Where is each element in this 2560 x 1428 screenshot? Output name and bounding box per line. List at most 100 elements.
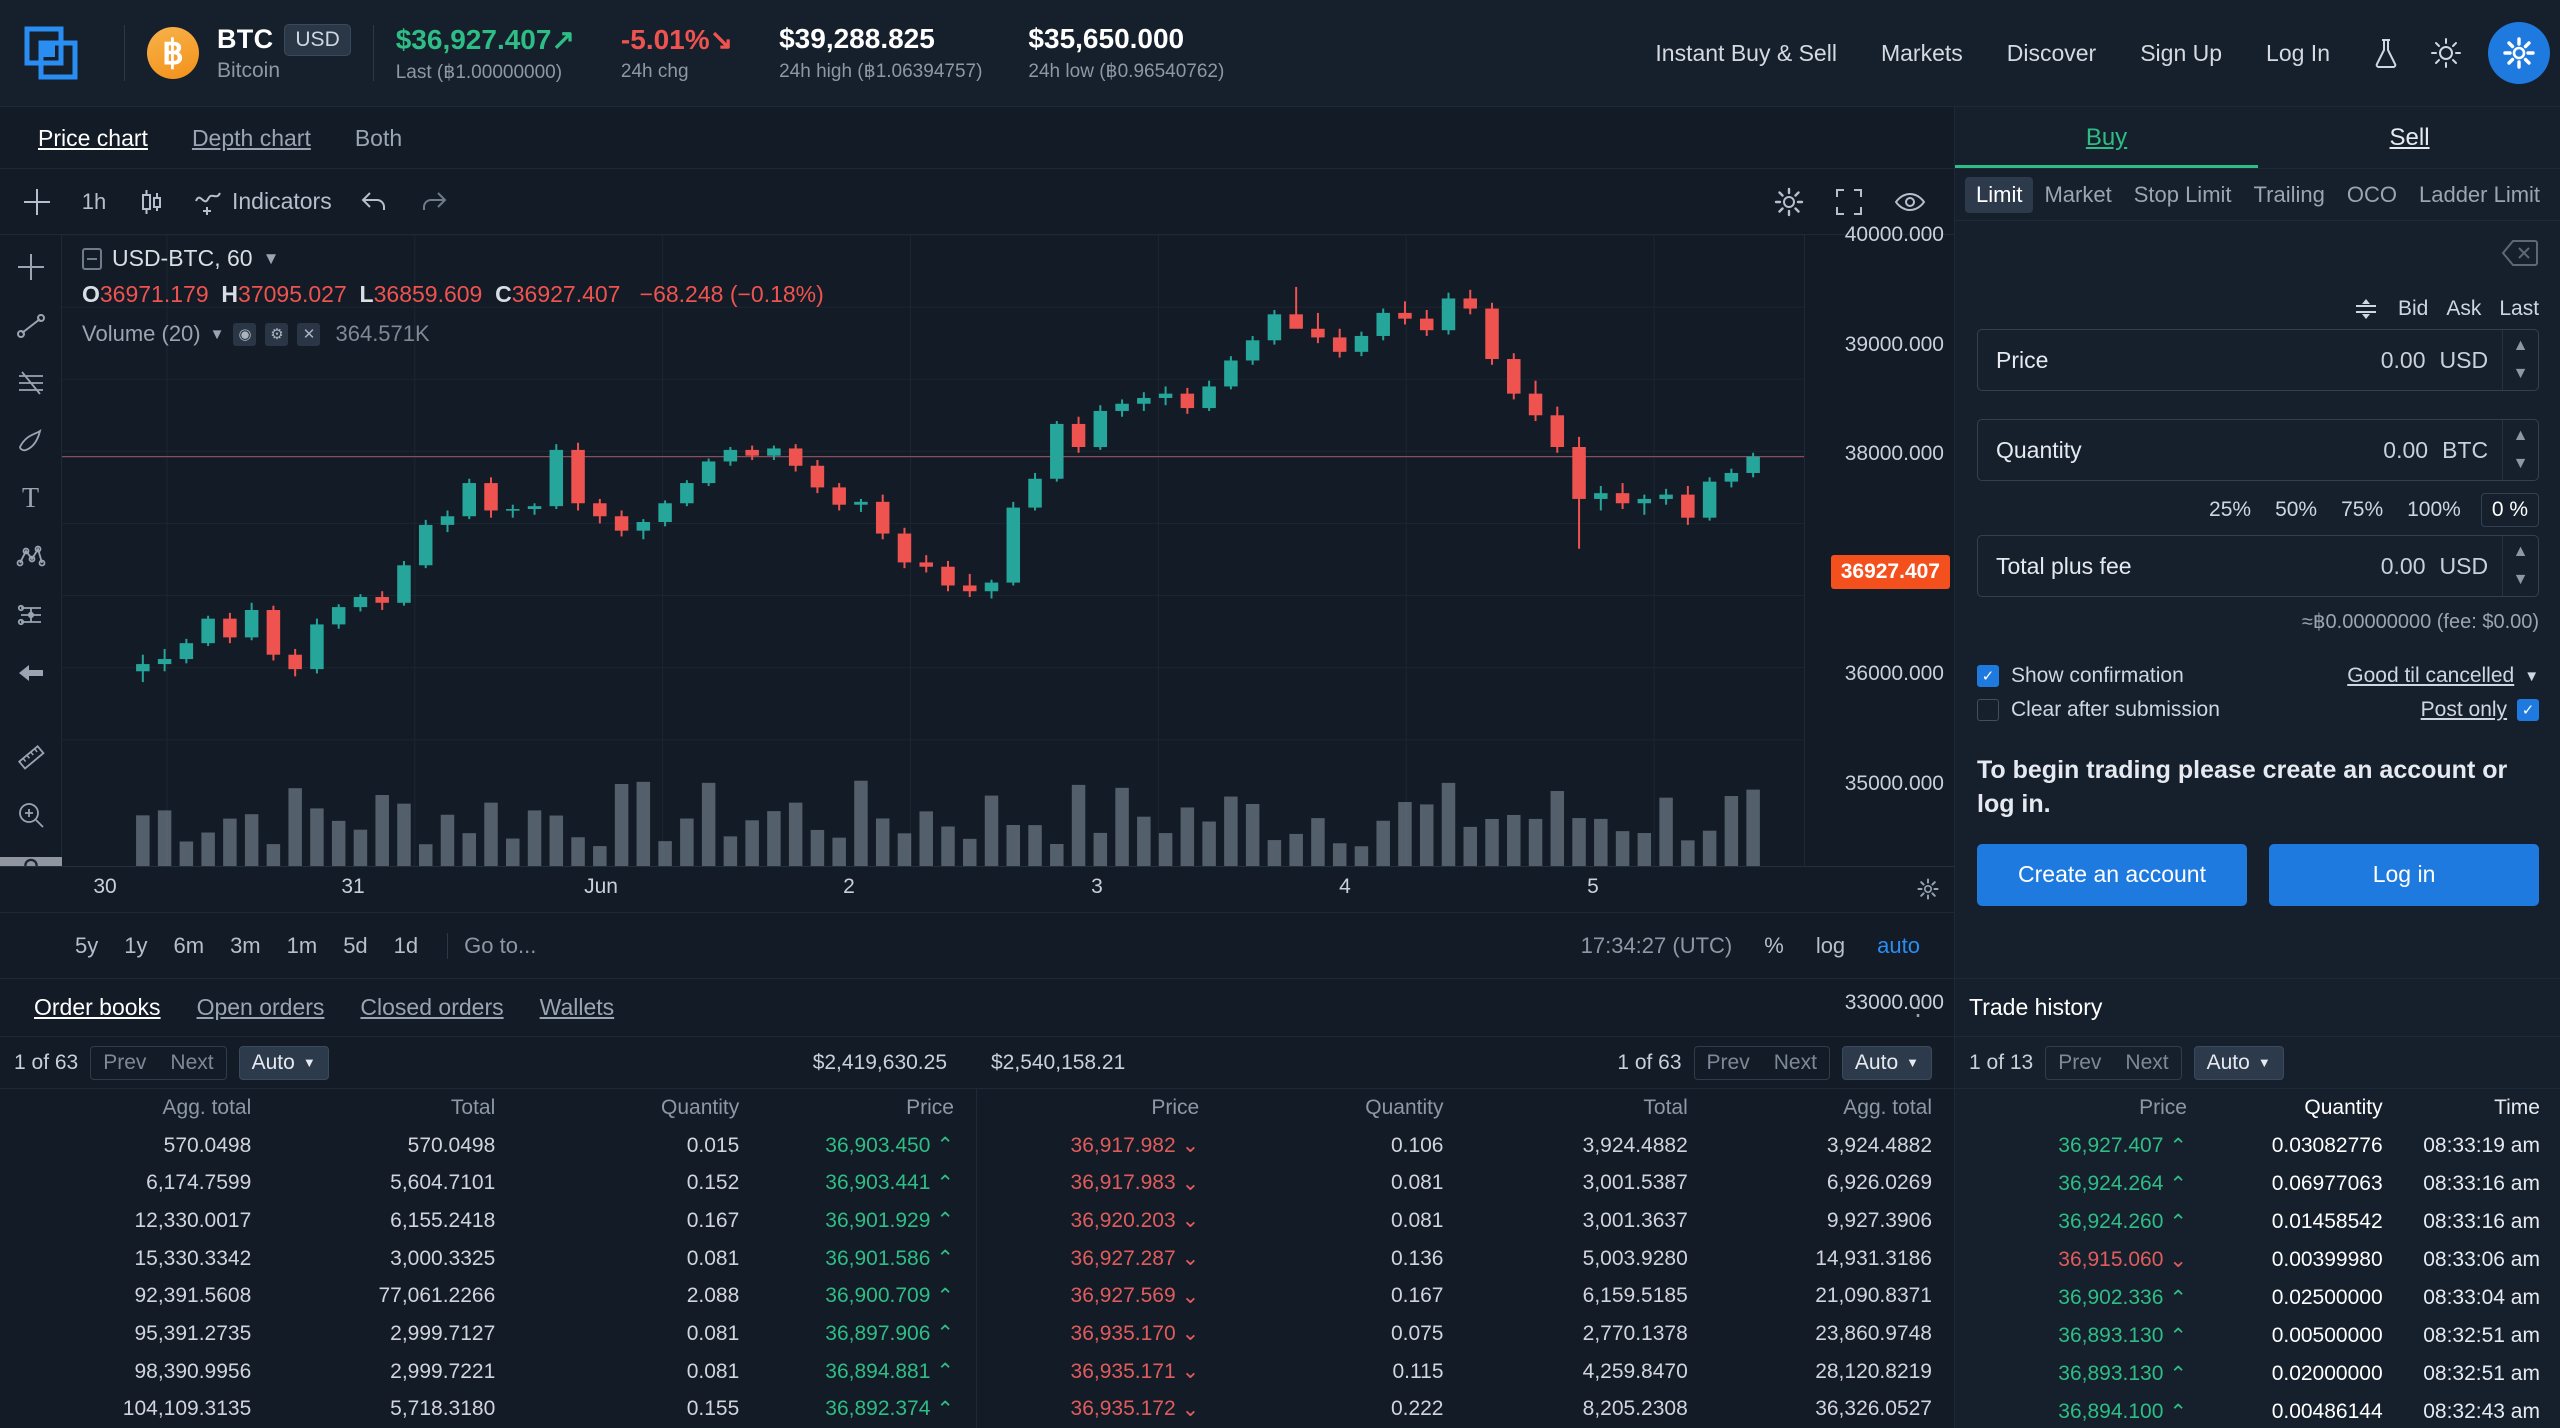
price-field-value[interactable]: 0.00 <box>2381 347 2426 374</box>
quantity-field-value[interactable]: 0.00 <box>2383 437 2428 464</box>
table-row[interactable]: 104,109.3135 5,718.3180 0.155 36,892.374 ⌃ <box>0 1390 976 1428</box>
swap-icon[interactable] <box>2352 297 2380 321</box>
total-field-value[interactable]: 0.00 <box>2381 553 2426 580</box>
ask-pager[interactable]: Prev Next <box>1693 1045 1830 1080</box>
quantity-field[interactable]: Quantity 0.00 BTC ▲ ▼ <box>1977 419 2540 481</box>
th-next-button[interactable]: Next <box>2113 1047 2180 1079</box>
column-header[interactable]: Price <box>977 1096 1221 1120</box>
time-in-force-select[interactable]: Good til cancelled ▼ <box>2347 664 2539 688</box>
bid-pager[interactable]: Prev Next <box>90 1045 227 1080</box>
column-header[interactable]: Price <box>1955 1096 2197 1120</box>
undo-icon[interactable] <box>350 178 400 226</box>
total-field[interactable]: Total plus fee 0.00 USD ▲ ▼ <box>1977 535 2540 597</box>
column-header[interactable]: Quantity <box>517 1096 761 1120</box>
table-row[interactable]: 92,391.5608 77,061.2266 2.088 36,900.709 ⌃ <box>0 1277 976 1315</box>
table-row[interactable]: 36,927.407 ⌃ 0.03082776 08:33:19 am <box>1955 1127 2560 1165</box>
brush-icon[interactable] <box>9 425 53 457</box>
tab-price-chart[interactable]: Price chart <box>16 107 170 169</box>
table-row[interactable]: 36,927.287 ⌄ 0.136 5,003.9280 14,931.3186 <box>977 1240 1954 1278</box>
indicators-button[interactable]: Indicators <box>184 178 342 226</box>
goto-input[interactable]: Go to... <box>447 932 552 959</box>
column-header[interactable]: Agg. total <box>1710 1096 1954 1120</box>
column-header[interactable]: Price <box>761 1096 976 1120</box>
th-prev-button[interactable]: Prev <box>2046 1047 2113 1079</box>
range-5d[interactable]: 5d <box>330 933 380 959</box>
price-axis[interactable]: 40000.000 39000.000 38000.000 36000.000 3500… <box>1804 223 1954 1014</box>
redo-icon[interactable] <box>408 178 458 226</box>
table-row[interactable]: 15,330.3342 3,000.3325 0.081 36,901.586 ⌃ <box>0 1240 976 1278</box>
price-source-last[interactable]: Last <box>2499 297 2539 321</box>
nav-instant-buy-sell[interactable]: Instant Buy & Sell <box>1633 40 1859 67</box>
order-type-oco[interactable]: OCO <box>2336 177 2408 213</box>
table-row[interactable]: 36,935.172 ⌄ 0.222 8,205.2308 36,326.0527 <box>977 1390 1954 1428</box>
candlestick-icon[interactable] <box>126 178 176 226</box>
pattern-icon[interactable] <box>9 541 53 573</box>
table-row[interactable]: 12,330.0017 6,155.2418 0.167 36,901.929 ⌃ <box>0 1202 976 1240</box>
scale-percent-button[interactable]: % <box>1748 933 1800 959</box>
order-type-ladder-limit[interactable]: Ladder Limit <box>2408 177 2551 213</box>
ask-auto-select[interactable]: Auto ▼ <box>1841 1045 1932 1080</box>
table-row[interactable]: 36,920.203 ⌄ 0.081 3,001.3637 9,927.3906 <box>977 1202 1954 1240</box>
tab-both[interactable]: Both <box>333 107 424 169</box>
time-axis[interactable]: 30 31 Jun 2 3 4 5 <box>0 866 1954 912</box>
show-confirmation-checkbox[interactable]: ✓ <box>1977 665 1999 687</box>
eye-icon[interactable] <box>1884 178 1936 226</box>
table-row[interactable]: 98,390.9956 2,999.7221 0.081 36,894.881 ⌃ <box>0 1353 976 1391</box>
percent-75[interactable]: 75% <box>2329 494 2395 526</box>
order-type-trailing[interactable]: Trailing <box>2243 177 2336 213</box>
table-row[interactable]: 36,917.982 ⌄ 0.106 3,924.4882 3,924.4882 <box>977 1127 1954 1165</box>
tab-buy[interactable]: Buy <box>1955 107 2258 168</box>
fullscreen-icon[interactable] <box>1824 178 1874 226</box>
axis-settings-icon[interactable] <box>1916 877 1940 901</box>
exchange-logo[interactable] <box>22 24 80 82</box>
gear-icon[interactable] <box>2488 22 2550 84</box>
forecast-icon[interactable] <box>9 599 53 631</box>
tab-wallets[interactable]: Wallets <box>522 994 633 1021</box>
tab-sell[interactable]: Sell <box>2258 107 2560 168</box>
scale-auto-button[interactable]: auto <box>1861 933 1936 959</box>
backspace-icon[interactable] <box>2501 239 2539 267</box>
column-header[interactable]: Agg. total <box>0 1096 273 1120</box>
ask-next-button[interactable]: Next <box>1762 1047 1829 1079</box>
ask-prev-button[interactable]: Prev <box>1695 1047 1762 1079</box>
range-1d[interactable]: 1d <box>381 933 431 959</box>
column-header[interactable]: Quantity <box>2197 1096 2397 1120</box>
bid-next-button[interactable]: Next <box>158 1047 225 1079</box>
column-header[interactable]: Total <box>273 1096 517 1120</box>
post-only-checkbox[interactable]: ✓ <box>2517 699 2540 721</box>
coin-block[interactable]: BTC USD Bitcoin <box>217 23 351 83</box>
table-row[interactable]: 36,917.983 ⌄ 0.081 3,001.5387 6,926.0269 <box>977 1164 1954 1202</box>
price-source-bid[interactable]: Bid <box>2398 297 2428 321</box>
nav-log-in[interactable]: Log In <box>2244 40 2352 67</box>
table-row[interactable]: 36,893.130 ⌃ 0.00500000 08:32:51 am <box>1955 1317 2560 1355</box>
order-type-stop-limit[interactable]: Stop Limit <box>2123 177 2243 213</box>
table-row[interactable]: 36,902.336 ⌃ 0.02500000 08:33:04 am <box>1955 1279 2560 1317</box>
more-options-icon[interactable]: ⋮ <box>1906 995 1954 1020</box>
th-pager[interactable]: Prev Next <box>2045 1045 2182 1080</box>
quantity-stepper[interactable]: ▲ ▼ <box>2502 420 2538 480</box>
scale-log-button[interactable]: log <box>1800 933 1861 959</box>
price-chart-canvas[interactable]: USD-BTC, 60 ▼ O36971.179 H37095.027 L368… <box>62 235 1804 866</box>
percent-25[interactable]: 25% <box>2197 494 2263 526</box>
brightness-icon[interactable] <box>2420 27 2472 79</box>
arrow-icon[interactable] <box>9 657 53 689</box>
post-only-row[interactable]: Post only ✓ <box>2421 698 2540 722</box>
tab-order-books[interactable]: Order books <box>16 994 179 1021</box>
range-1m[interactable]: 1m <box>274 933 331 959</box>
percent-50[interactable]: 50% <box>2263 494 2329 526</box>
bid-prev-button[interactable]: Prev <box>91 1047 158 1079</box>
table-row[interactable]: 95,391.2735 2,999.7127 0.081 36,897.906 ⌃ <box>0 1315 976 1353</box>
interval-selector[interactable]: 1h <box>70 178 118 226</box>
price-field[interactable]: Price 0.00 USD ▲ ▼ <box>1977 329 2540 391</box>
table-row[interactable]: 36,924.260 ⌃ 0.01458542 08:33:16 am <box>1955 1203 2560 1241</box>
crosshair-tool-icon[interactable] <box>12 178 62 226</box>
table-row[interactable]: 570.0498 570.0498 0.015 36,903.450 ⌃ <box>0 1127 976 1165</box>
column-header[interactable]: Time <box>2397 1096 2560 1120</box>
table-row[interactable]: 6,174.7599 5,604.7101 0.152 36,903.441 ⌃ <box>0 1164 976 1202</box>
price-source-ask[interactable]: Ask <box>2446 297 2481 321</box>
table-row[interactable]: 36,935.170 ⌄ 0.075 2,770.1378 23,860.9748 <box>977 1315 1954 1353</box>
text-icon[interactable]: T <box>9 483 53 515</box>
total-stepper[interactable]: ▲ ▼ <box>2502 536 2538 596</box>
table-row[interactable]: 36,893.130 ⌃ 0.02000000 08:32:51 am <box>1955 1355 2560 1393</box>
tab-depth-chart[interactable]: Depth chart <box>170 107 333 169</box>
